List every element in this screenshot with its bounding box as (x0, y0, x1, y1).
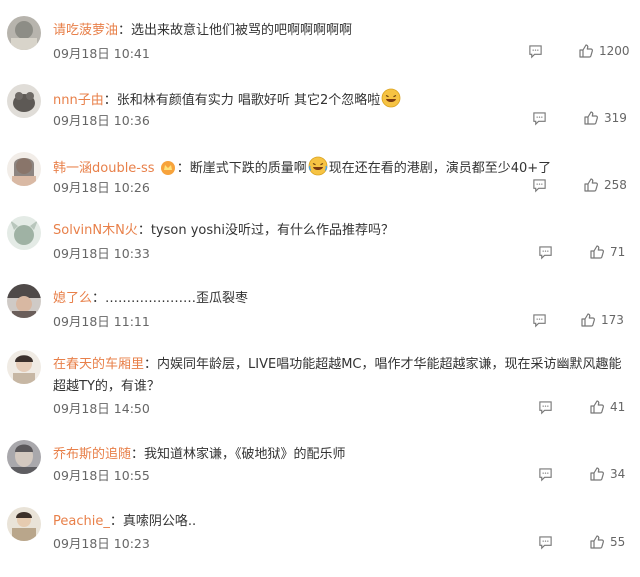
username-link[interactable]: 乔布斯的追随 (53, 447, 131, 462)
comment-text-line: 在春天的车厢里：内娱同年龄层，LIVE唱功能超越MC，唱作才华能超越家谦，现在采… (53, 357, 622, 394)
avatar[interactable] (7, 507, 41, 541)
reply-button[interactable] (538, 245, 553, 260)
like-count: 41 (610, 400, 626, 414)
comment-icon (539, 246, 552, 260)
comment-icon (529, 45, 542, 59)
comment-text-line: 请吃菠萝油：选出来故意让他们被骂的吧啊啊啊啊啊 (53, 23, 353, 38)
reply-button[interactable] (532, 178, 547, 193)
reply-button[interactable] (538, 400, 553, 415)
timestamp: 09月18日 11:11 (53, 314, 150, 329)
avatar[interactable] (7, 440, 41, 474)
laughing-emoji-icon (381, 88, 401, 108)
like-count: 71 (610, 245, 626, 259)
comment-text: 张和林有颜值有实力 唱歌好听 其它2个忽略啦 (116, 93, 381, 108)
timestamp: 09月18日 10:23 (53, 536, 150, 551)
avatar[interactable] (7, 16, 41, 50)
timestamp: 09月18日 10:36 (53, 113, 150, 128)
comment-icon (533, 179, 546, 193)
comment-text-line: nnn子由：张和林有颜值有实力 唱歌好听 其它2个忽略啦 (53, 88, 633, 112)
like-count: 258 (604, 178, 627, 192)
avatar[interactable] (7, 216, 41, 250)
reply-button[interactable] (528, 44, 543, 59)
like-count: 173 (601, 313, 624, 327)
thumbs-up-icon (590, 400, 604, 414)
comment-icon (539, 468, 552, 482)
comment-text-line: SolvinN木N火：tyson yoshi没听过，有什么作品推荐吗？ (53, 223, 394, 238)
comment-text: 现在还在看的港剧，演员都至少40+了 (328, 161, 552, 176)
thumbs-up-icon (581, 313, 595, 327)
like-button[interactable]: 71 (589, 244, 625, 260)
comment-text: tyson yoshi没听过，有什么作品推荐吗？ (150, 223, 394, 238)
timestamp: 09月18日 14:50 (53, 401, 150, 416)
reply-button[interactable] (532, 111, 547, 126)
like-count: 34 (610, 467, 626, 481)
comment-text: 我知道林家谦，《破地狱》的配乐师 (144, 447, 346, 462)
comment-text: 断崖式下跌的质量啊 (189, 161, 307, 176)
reply-button[interactable] (532, 313, 547, 328)
comment-icon (533, 314, 546, 328)
comment-text-line: 媳了么：…………………歪瓜裂枣 (53, 291, 249, 306)
timestamp: 09月18日 10:41 (53, 46, 150, 61)
laughing-emoji-icon (308, 156, 328, 176)
avatar[interactable] (7, 350, 41, 384)
reply-button[interactable] (538, 535, 553, 550)
avatar[interactable] (7, 284, 41, 318)
comment-icon (539, 536, 552, 550)
like-button[interactable]: 1200 (578, 43, 630, 59)
username-link[interactable]: 媳了么 (53, 291, 92, 306)
username-link[interactable]: Peachie_ (53, 514, 110, 529)
username-link[interactable]: 在春天的车厢里 (53, 357, 144, 372)
like-count: 1200 (599, 44, 630, 58)
thumbs-up-icon (590, 535, 604, 549)
comment-text-line: Peachie_：真嗦阴公咯.. (53, 514, 197, 529)
like-button[interactable]: 34 (589, 466, 625, 482)
like-count: 55 (610, 535, 626, 549)
username-link[interactable]: SolvinN木N火 (53, 223, 138, 238)
like-button[interactable]: 258 (583, 177, 627, 193)
like-count: 319 (604, 111, 627, 125)
thumbs-up-icon (584, 111, 598, 125)
avatar[interactable] (7, 152, 41, 186)
thumbs-up-icon (590, 245, 604, 259)
username-link[interactable]: 韩一涵double-ss (53, 161, 155, 176)
crown-badge-icon (160, 161, 175, 175)
username-link[interactable]: 请吃菠萝油 (53, 23, 118, 38)
timestamp: 09月18日 10:33 (53, 246, 150, 261)
thumbs-up-icon (590, 467, 604, 481)
avatar[interactable] (7, 84, 41, 118)
username-link[interactable]: nnn子由 (53, 93, 104, 108)
comment-text-line: 乔布斯的追随：我知道林家谦，《破地狱》的配乐师 (53, 447, 346, 462)
thumbs-up-icon (584, 178, 598, 192)
timestamp: 09月18日 10:55 (53, 468, 150, 483)
comment-text: 选出来故意让他们被骂的吧啊啊啊啊啊 (131, 23, 353, 38)
like-button[interactable]: 55 (589, 534, 625, 550)
timestamp: 09月18日 10:26 (53, 180, 150, 195)
like-button[interactable]: 173 (580, 312, 624, 328)
comment-icon (533, 112, 546, 126)
comment-icon (539, 401, 552, 415)
comment-text: 真嗦阴公咯.. (122, 514, 197, 529)
thumbs-up-icon (579, 44, 593, 58)
comment-text: …………………歪瓜裂枣 (105, 291, 249, 306)
reply-button[interactable] (538, 467, 553, 482)
like-button[interactable]: 41 (589, 399, 625, 415)
like-button[interactable]: 319 (583, 110, 627, 126)
